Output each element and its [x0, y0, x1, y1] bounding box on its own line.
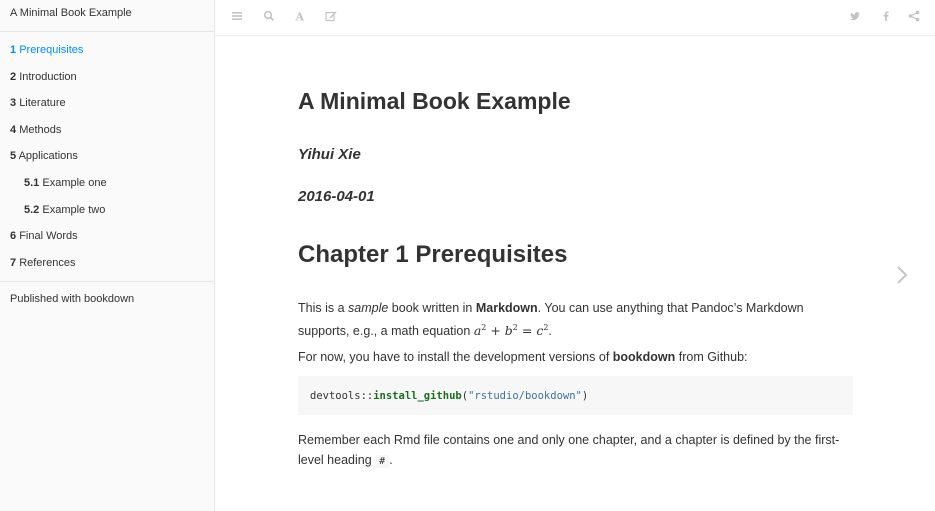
inline-code: # [375, 455, 390, 468]
toc-number: 5.1 [24, 176, 40, 189]
toc-label: Final Words [19, 230, 78, 243]
bold-text: Markdown [475, 301, 538, 315]
toc-number: 5.2 [24, 203, 40, 216]
date: 2016-04-01 [298, 188, 375, 205]
toc-label: Introduction [19, 70, 77, 83]
toc-number: 2 [10, 70, 17, 83]
toc-label: Prerequisites [19, 44, 84, 56]
toc-number: 5 [10, 150, 17, 163]
paragraph-intro: This is a sample book written in Markdow… [298, 298, 854, 341]
emphasis-text: sample [348, 301, 389, 315]
svg-text:A: A [295, 11, 305, 23]
toc-label: References [19, 256, 76, 269]
toc-number: 3 [10, 97, 17, 110]
text: For now, you have to install the develop… [298, 350, 613, 364]
text: from Github: [675, 350, 748, 364]
code-function: install_github [373, 390, 462, 402]
code-namespace: devtools:: [310, 390, 374, 402]
toc-item-introduction[interactable]: 2 Introduction [0, 64, 214, 91]
bold-text: bookdown [612, 350, 676, 364]
toc-item-literature[interactable]: 3 Literature [0, 90, 214, 117]
sidebar-book-title[interactable]: A Minimal Book Example [0, 0, 214, 32]
math-var: b [504, 323, 513, 339]
toc-item-prerequisites[interactable]: 1 Prerequisites [0, 37, 214, 64]
menu-icon[interactable] [231, 10, 247, 26]
toc-label: Example two [42, 203, 106, 216]
toc-item-references[interactable]: 7 References [0, 250, 214, 277]
text: . [389, 453, 393, 467]
toc-item-example-one[interactable]: 5.1 Example one [0, 170, 214, 197]
code-block[interactable]: devtools::install_github("rstudio/bookdo… [298, 376, 853, 415]
toc-label: Literature [19, 97, 66, 110]
font-icon[interactable]: A [294, 10, 310, 26]
paragraph-rmd: Remember each Rmd file contains one and … [298, 430, 854, 472]
sidebar: A Minimal Book Example 1 Prerequisites 2… [0, 0, 215, 511]
text: book written in [388, 301, 476, 315]
next-page-chevron-icon[interactable] [895, 265, 909, 285]
paragraph-install: For now, you have to install the develop… [298, 347, 854, 367]
search-icon[interactable] [263, 10, 279, 26]
toc-number: 1 [10, 44, 17, 56]
toc-label: Applications [18, 150, 78, 163]
toc-number: 7 [10, 256, 17, 269]
toc-list: 1 Prerequisites 2 Introduction 3 Literat… [0, 32, 214, 276]
math-equation: a2 + b2 = c2 [474, 323, 549, 338]
facebook-icon[interactable] [880, 10, 896, 26]
published-with-link[interactable]: Published with bookdown [0, 282, 214, 317]
author: Yihui Xie [298, 146, 361, 163]
toc-number: 6 [10, 230, 17, 243]
toc-item-example-two[interactable]: 5.2 Example two [0, 197, 214, 224]
math-operator: + [486, 323, 505, 339]
math-operator: = [517, 323, 537, 339]
toc-item-final-words[interactable]: 6 Final Words [0, 223, 214, 250]
toc-label: Methods [19, 123, 62, 136]
page-title: A Minimal Book Example [298, 88, 571, 114]
text: This is a [298, 301, 349, 315]
edit-icon[interactable] [325, 10, 341, 26]
chapter-heading: Chapter 1 Prerequisites [298, 241, 568, 268]
share-icon[interactable] [908, 10, 924, 26]
toc-item-methods[interactable]: 4 Methods [0, 117, 214, 144]
toc-label: Example one [42, 176, 107, 189]
twitter-icon[interactable] [849, 10, 865, 26]
code-paren: ) [581, 390, 589, 402]
toc-item-applications[interactable]: 5 Applications [0, 143, 214, 170]
code-string: "rstudio/bookdown" [468, 390, 582, 402]
top-toolbar: A [215, 0, 935, 36]
toc-number: 4 [10, 123, 17, 136]
text: . [548, 324, 552, 339]
